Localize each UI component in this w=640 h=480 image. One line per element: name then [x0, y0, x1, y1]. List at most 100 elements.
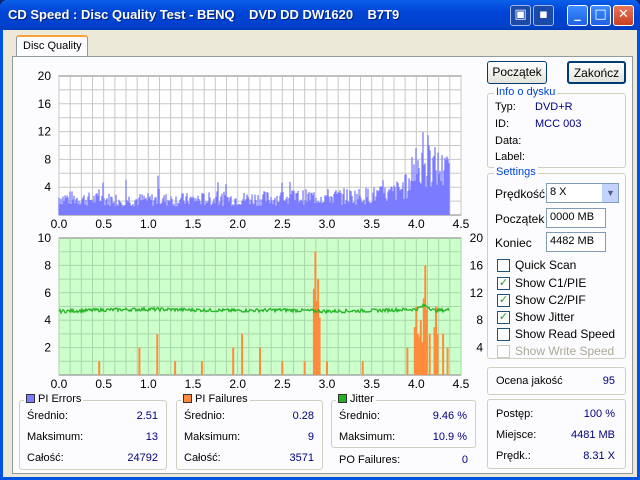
main-window: CD Speed : Disc Quality Test - BENQ DVD …	[0, 0, 640, 480]
quick-scan-checkbox[interactable]	[497, 259, 510, 272]
disc-info-title: Info o dysku	[494, 86, 558, 98]
jitter-y-tick: 20	[470, 231, 483, 245]
show-c1-pie-label: Show C1/PIE	[515, 276, 587, 290]
maximize-button[interactable]: □	[590, 5, 611, 26]
jitter-avg: 9.46 %	[432, 410, 467, 422]
date-label: Data:	[495, 135, 522, 147]
jitter-max: 10.9 %	[432, 431, 467, 443]
window-title: CD Speed : Disc Quality Test - BENQ DVD …	[8, 7, 400, 22]
pi-failures-avg: 0.28	[292, 410, 314, 422]
speed-value: 8 X	[550, 186, 567, 198]
show-c2-pif-checkbox[interactable]: ✓	[497, 294, 510, 307]
po-failures-label: PO Failures:	[339, 454, 401, 466]
disc-info-group: Info o dysku Typ: DVD+R ID: MCC 003 Data…	[487, 86, 626, 168]
pi-errors-avg-label: Średnio:	[27, 410, 68, 422]
title-bar[interactable]: CD Speed : Disc Quality Test - BENQ DVD …	[0, 0, 640, 30]
pi-failures-x-tick: 3.5	[363, 377, 380, 391]
settings-group: Settings Prędkość 8 X ▼ Początek 0000 MB…	[487, 166, 626, 359]
pi-failures-legend: PI Failures	[181, 393, 250, 405]
start-button[interactable]: Początek	[487, 61, 547, 84]
pi-failures-stats: PI Failures Średnio: 0.28 Maksimum: 9 Ca…	[176, 393, 323, 470]
settings-title: Settings	[494, 166, 538, 178]
pi-errors-y-tick: 4	[44, 180, 51, 194]
pi-failures-y-tick: 6	[44, 286, 51, 300]
quality-group: Ocena jakość 95	[487, 367, 626, 395]
jitter-stats: Jitter Średnio: 9.46 % Maksimum: 10.9 %	[331, 393, 476, 448]
save-icon[interactable]: ▪	[533, 5, 554, 26]
jitter-y-tick: 8	[476, 313, 483, 327]
quality-label: Ocena jakość	[496, 375, 563, 387]
pi-errors-avg: 2.51	[136, 410, 158, 422]
end-pos-label: Koniec	[495, 236, 532, 250]
jitter-swatch	[338, 394, 347, 403]
pi-failures-total: 3571	[289, 452, 314, 464]
pi-errors-chart: 201612840.0 0.5 1.0 1.5 2.0 2.5 3.0 3.5 4.0 4.5	[38, 69, 470, 231]
id-value: MCC 003	[535, 118, 582, 130]
progress-label: Postęp:	[496, 408, 534, 420]
end-pos-input[interactable]: 4482 MB	[546, 232, 606, 252]
start-pos-input[interactable]: 0000 MB	[546, 208, 606, 228]
pi-failures-x-tick: 4.0	[408, 377, 425, 391]
jitter-legend: Jitter	[336, 393, 376, 405]
pi-failures-x-tick: 4.5	[453, 377, 470, 391]
pi-errors-y-tick: 16	[38, 97, 52, 111]
read-speed-value: 8.31 X	[583, 450, 615, 462]
tab-panel: 20 16 12 8 4 0.0 0.5 1.0 1.5 2.0 2.5 3.0 3.5 4.0 4.5 1…	[12, 56, 633, 474]
end-button[interactable]: Zakończ	[567, 61, 626, 84]
pi-failures-x-tick: 0.0	[51, 377, 68, 391]
pi-errors-max: 13	[145, 431, 158, 443]
minimize-button[interactable]: _	[567, 5, 588, 26]
position-value: 4481 MB	[570, 429, 615, 441]
pi-failures-y-tick: 10	[38, 231, 52, 245]
pi-failures-max: 9	[307, 431, 314, 443]
pi-failures-max-label: Maksimum:	[184, 431, 241, 443]
pi-failures-x-tick: 0.5	[95, 377, 112, 391]
pi-errors-y-tick: 8	[44, 152, 51, 166]
jitter-avg-label: Średnio:	[339, 410, 380, 422]
pi-failures-chart: 10 8 6 4 2 20 16 12 8 4 0.0 0.5 1.0 1.5 2.0 2.5 3.0 3.5 4.…	[38, 231, 483, 391]
jitter-max-label: Maksimum:	[339, 431, 396, 443]
pi-errors-legend: PI Errors	[24, 393, 84, 405]
progress-value: 100 %	[583, 408, 615, 420]
pi-failures-y-tick: 4	[44, 313, 51, 327]
show-c2-pif-label: Show C2/PIF	[515, 293, 586, 307]
label-label: Label:	[495, 151, 525, 163]
jitter-title: Jitter	[350, 393, 374, 405]
jitter-y-tick: 4	[476, 341, 483, 355]
pi-errors-total: 24792	[127, 452, 158, 464]
pi-failures-swatch	[183, 394, 192, 403]
read-speed-label: Prędk.:	[496, 450, 531, 462]
pi-failures-x-tick: 2.5	[274, 377, 291, 391]
tab-disc-quality[interactable]: Disc Quality	[16, 35, 88, 57]
id-label: ID:	[495, 118, 510, 130]
pi-failures-y-tick: 2	[44, 341, 51, 355]
pi-errors-total-label: Całość:	[27, 452, 64, 464]
show-read-speed-checkbox[interactable]	[497, 328, 510, 341]
speed-label: Prędkość	[495, 187, 546, 201]
jitter-y-tick: 12	[470, 286, 483, 300]
show-read-speed-label: Show Read Speed	[515, 327, 616, 341]
close-button[interactable]: ✕	[613, 5, 634, 26]
show-jitter-label: Show Jitter	[515, 310, 575, 324]
chevron-down-icon[interactable]: ▼	[602, 184, 618, 202]
pi-errors-swatch	[26, 394, 35, 403]
pi-errors-y-tick: 20	[38, 69, 52, 83]
show-write-speed-label: Show Write Speed	[515, 344, 615, 358]
pi-errors-max-label: Maksimum:	[27, 431, 84, 443]
pi-failures-x-tick: 2.0	[229, 377, 246, 391]
position-label: Miejsce:	[496, 429, 537, 441]
pi-errors-title: PI Errors	[38, 393, 82, 405]
pi-failures-x-tick: 3.0	[319, 377, 336, 391]
show-c1-pie-checkbox[interactable]: ✓	[497, 277, 510, 290]
start-pos-label: Początek	[495, 212, 545, 226]
copy-icon[interactable]: ▣	[510, 5, 531, 26]
speed-select[interactable]: 8 X ▼	[546, 183, 619, 203]
quick-scan-label: Quick Scan	[515, 258, 577, 272]
show-jitter-checkbox[interactable]: ✓	[497, 311, 510, 324]
pi-errors-y-tick: 12	[38, 125, 52, 139]
pi-failures-y-tick: 8	[44, 258, 51, 272]
type-label: Typ:	[495, 101, 516, 113]
pi-failures-avg-label: Średnio:	[184, 410, 225, 422]
pi-failures-x-tick: 1.5	[185, 377, 202, 391]
show-write-speed-checkbox	[497, 345, 510, 358]
